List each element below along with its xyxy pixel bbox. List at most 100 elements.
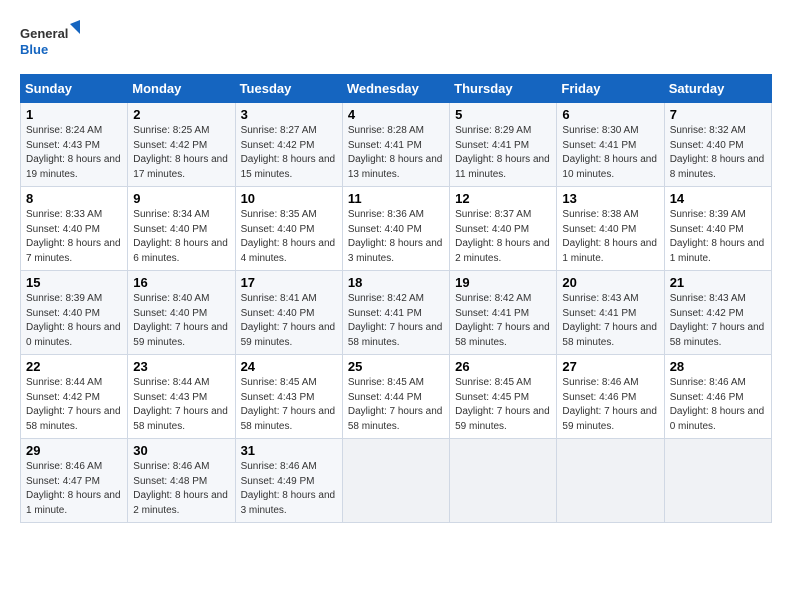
weekday-header: Monday [128,75,235,103]
weekday-header: Saturday [664,75,771,103]
day-number: 22 [26,359,122,374]
weekday-header: Friday [557,75,664,103]
svg-text:General: General [20,26,68,41]
day-number: 18 [348,275,444,290]
page-header: General Blue [20,20,772,64]
day-number: 28 [670,359,766,374]
calendar-cell: 11 Sunrise: 8:36 AMSunset: 4:40 PMDaylig… [342,187,449,271]
calendar-cell: 5 Sunrise: 8:29 AMSunset: 4:41 PMDayligh… [450,103,557,187]
day-number: 7 [670,107,766,122]
calendar-cell: 10 Sunrise: 8:35 AMSunset: 4:40 PMDaylig… [235,187,342,271]
calendar-cell: 29 Sunrise: 8:46 AMSunset: 4:47 PMDaylig… [21,439,128,523]
day-info: Sunrise: 8:35 AMSunset: 4:40 PMDaylight:… [241,209,336,264]
day-number: 5 [455,107,551,122]
day-info: Sunrise: 8:34 AMSunset: 4:40 PMDaylight:… [133,209,228,264]
calendar-cell: 23 Sunrise: 8:44 AMSunset: 4:43 PMDaylig… [128,355,235,439]
calendar-cell: 24 Sunrise: 8:45 AMSunset: 4:43 PMDaylig… [235,355,342,439]
day-info: Sunrise: 8:46 AMSunset: 4:46 PMDaylight:… [670,377,765,432]
day-number: 20 [562,275,658,290]
day-number: 15 [26,275,122,290]
day-info: Sunrise: 8:46 AMSunset: 4:49 PMDaylight:… [241,461,336,516]
day-info: Sunrise: 8:44 AMSunset: 4:43 PMDaylight:… [133,377,228,432]
calendar-cell: 25 Sunrise: 8:45 AMSunset: 4:44 PMDaylig… [342,355,449,439]
calendar-cell: 8 Sunrise: 8:33 AMSunset: 4:40 PMDayligh… [21,187,128,271]
calendar-cell: 15 Sunrise: 8:39 AMSunset: 4:40 PMDaylig… [21,271,128,355]
day-number: 13 [562,191,658,206]
day-number: 26 [455,359,551,374]
day-number: 9 [133,191,229,206]
day-info: Sunrise: 8:37 AMSunset: 4:40 PMDaylight:… [455,209,550,264]
day-number: 27 [562,359,658,374]
weekday-header: Wednesday [342,75,449,103]
svg-text:Blue: Blue [20,42,48,57]
day-info: Sunrise: 8:42 AMSunset: 4:41 PMDaylight:… [455,293,550,348]
day-info: Sunrise: 8:32 AMSunset: 4:40 PMDaylight:… [670,125,765,180]
day-info: Sunrise: 8:42 AMSunset: 4:41 PMDaylight:… [348,293,443,348]
calendar-cell: 1 Sunrise: 8:24 AMSunset: 4:43 PMDayligh… [21,103,128,187]
day-number: 23 [133,359,229,374]
day-info: Sunrise: 8:43 AMSunset: 4:42 PMDaylight:… [670,293,765,348]
day-info: Sunrise: 8:46 AMSunset: 4:47 PMDaylight:… [26,461,121,516]
weekday-header: Tuesday [235,75,342,103]
calendar-cell: 18 Sunrise: 8:42 AMSunset: 4:41 PMDaylig… [342,271,449,355]
day-info: Sunrise: 8:38 AMSunset: 4:40 PMDaylight:… [562,209,657,264]
day-number: 24 [241,359,337,374]
day-info: Sunrise: 8:30 AMSunset: 4:41 PMDaylight:… [562,125,657,180]
calendar-week-row: 22 Sunrise: 8:44 AMSunset: 4:42 PMDaylig… [21,355,772,439]
calendar-cell: 19 Sunrise: 8:42 AMSunset: 4:41 PMDaylig… [450,271,557,355]
day-number: 19 [455,275,551,290]
calendar-cell: 7 Sunrise: 8:32 AMSunset: 4:40 PMDayligh… [664,103,771,187]
calendar-table: SundayMondayTuesdayWednesdayThursdayFrid… [20,74,772,523]
calendar-cell [557,439,664,523]
day-number: 25 [348,359,444,374]
day-info: Sunrise: 8:41 AMSunset: 4:40 PMDaylight:… [241,293,336,348]
day-number: 12 [455,191,551,206]
calendar-week-row: 29 Sunrise: 8:46 AMSunset: 4:47 PMDaylig… [21,439,772,523]
calendar-cell [664,439,771,523]
calendar-week-row: 8 Sunrise: 8:33 AMSunset: 4:40 PMDayligh… [21,187,772,271]
calendar-cell: 16 Sunrise: 8:40 AMSunset: 4:40 PMDaylig… [128,271,235,355]
day-number: 17 [241,275,337,290]
calendar-week-row: 1 Sunrise: 8:24 AMSunset: 4:43 PMDayligh… [21,103,772,187]
calendar-cell: 27 Sunrise: 8:46 AMSunset: 4:46 PMDaylig… [557,355,664,439]
day-number: 2 [133,107,229,122]
day-number: 4 [348,107,444,122]
day-number: 3 [241,107,337,122]
calendar-cell: 9 Sunrise: 8:34 AMSunset: 4:40 PMDayligh… [128,187,235,271]
calendar-cell: 21 Sunrise: 8:43 AMSunset: 4:42 PMDaylig… [664,271,771,355]
day-info: Sunrise: 8:36 AMSunset: 4:40 PMDaylight:… [348,209,443,264]
calendar-cell: 30 Sunrise: 8:46 AMSunset: 4:48 PMDaylig… [128,439,235,523]
calendar-cell: 26 Sunrise: 8:45 AMSunset: 4:45 PMDaylig… [450,355,557,439]
day-info: Sunrise: 8:33 AMSunset: 4:40 PMDaylight:… [26,209,121,264]
day-number: 31 [241,443,337,458]
day-info: Sunrise: 8:43 AMSunset: 4:41 PMDaylight:… [562,293,657,348]
calendar-cell: 14 Sunrise: 8:39 AMSunset: 4:40 PMDaylig… [664,187,771,271]
calendar-cell: 28 Sunrise: 8:46 AMSunset: 4:46 PMDaylig… [664,355,771,439]
day-info: Sunrise: 8:45 AMSunset: 4:44 PMDaylight:… [348,377,443,432]
day-number: 1 [26,107,122,122]
calendar-cell: 13 Sunrise: 8:38 AMSunset: 4:40 PMDaylig… [557,187,664,271]
day-number: 8 [26,191,122,206]
day-info: Sunrise: 8:39 AMSunset: 4:40 PMDaylight:… [26,293,121,348]
day-info: Sunrise: 8:46 AMSunset: 4:48 PMDaylight:… [133,461,228,516]
day-number: 30 [133,443,229,458]
day-number: 29 [26,443,122,458]
day-info: Sunrise: 8:44 AMSunset: 4:42 PMDaylight:… [26,377,121,432]
calendar-week-row: 15 Sunrise: 8:39 AMSunset: 4:40 PMDaylig… [21,271,772,355]
calendar-cell: 12 Sunrise: 8:37 AMSunset: 4:40 PMDaylig… [450,187,557,271]
day-info: Sunrise: 8:46 AMSunset: 4:46 PMDaylight:… [562,377,657,432]
calendar-cell: 22 Sunrise: 8:44 AMSunset: 4:42 PMDaylig… [21,355,128,439]
calendar-cell: 31 Sunrise: 8:46 AMSunset: 4:49 PMDaylig… [235,439,342,523]
calendar-cell: 4 Sunrise: 8:28 AMSunset: 4:41 PMDayligh… [342,103,449,187]
calendar-cell: 2 Sunrise: 8:25 AMSunset: 4:42 PMDayligh… [128,103,235,187]
day-info: Sunrise: 8:28 AMSunset: 4:41 PMDaylight:… [348,125,443,180]
day-info: Sunrise: 8:39 AMSunset: 4:40 PMDaylight:… [670,209,765,264]
day-info: Sunrise: 8:27 AMSunset: 4:42 PMDaylight:… [241,125,336,180]
calendar-cell: 17 Sunrise: 8:41 AMSunset: 4:40 PMDaylig… [235,271,342,355]
day-info: Sunrise: 8:24 AMSunset: 4:43 PMDaylight:… [26,125,121,180]
weekday-header: Sunday [21,75,128,103]
calendar-cell: 20 Sunrise: 8:43 AMSunset: 4:41 PMDaylig… [557,271,664,355]
calendar-cell: 6 Sunrise: 8:30 AMSunset: 4:41 PMDayligh… [557,103,664,187]
day-number: 21 [670,275,766,290]
weekday-header-row: SundayMondayTuesdayWednesdayThursdayFrid… [21,75,772,103]
